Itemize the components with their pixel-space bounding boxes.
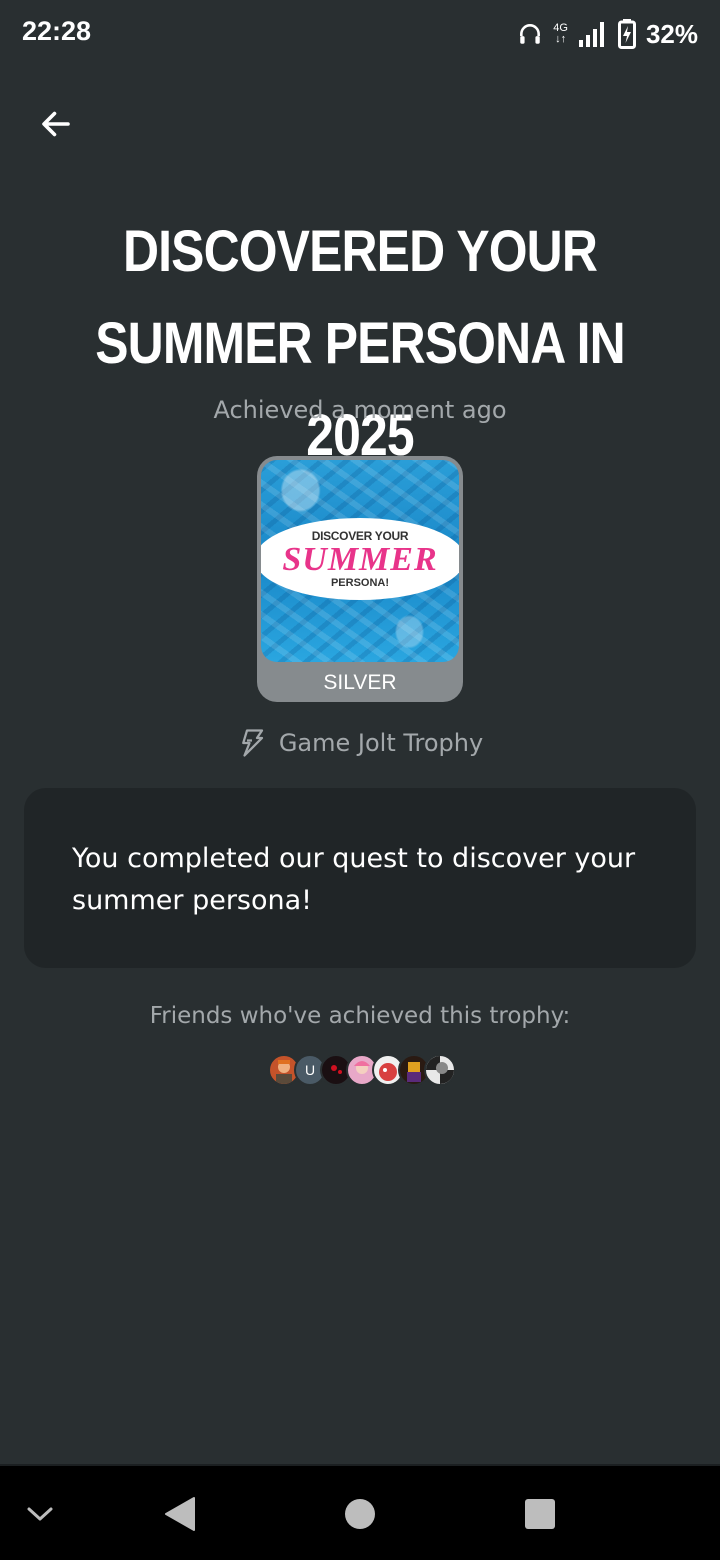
status-bar: 22:28 4G ↓↑ 32%	[0, 0, 720, 70]
trophy-screen: 22:28 4G ↓↑ 32% DISCOVERED YOUR SUMMER P…	[0, 0, 720, 1560]
system-nav-bar	[0, 1464, 720, 1560]
battery-charging-icon	[617, 19, 636, 49]
arrow-left-icon	[42, 111, 70, 137]
avatar-figure-icon	[426, 1056, 454, 1084]
trophy-type: Game Jolt Trophy	[0, 728, 720, 758]
trophy-badge: DISCOVER YOUR SUMMER PERSONA! SILVER	[257, 456, 463, 702]
trophy-description: You completed our quest to discover your…	[72, 843, 636, 916]
game-jolt-bolt-icon	[241, 729, 263, 757]
status-icons: 4G ↓↑ 32%	[517, 14, 698, 54]
trophy-tier: SILVER	[323, 671, 397, 694]
banner-main-text: SUMMER	[282, 541, 438, 578]
avatar-initial: U	[304, 1062, 316, 1078]
nav-back-button[interactable]	[150, 1466, 210, 1560]
nav-home-button[interactable]	[330, 1466, 390, 1560]
trophy-thumbnail: DISCOVER YOUR SUMMER PERSONA!	[261, 460, 459, 662]
back-triangle-icon	[165, 1497, 195, 1531]
chevron-down-icon	[27, 1507, 53, 1521]
friends-label: Friends who've achieved this trophy:	[149, 1003, 571, 1029]
network-arrows: ↓↑	[555, 33, 567, 45]
trophy-title: DISCOVERED YOUR SUMMER PERSONA IN 2025	[95, 219, 625, 468]
headphones-icon	[520, 24, 541, 44]
nav-collapse-button[interactable]	[16, 1466, 64, 1560]
back-button[interactable]	[30, 98, 82, 150]
trophy-type-label: Game Jolt Trophy	[278, 729, 484, 757]
status-time: 22:28	[22, 16, 92, 46]
battery-percent: 32%	[645, 18, 698, 49]
nav-recents-button[interactable]	[510, 1466, 570, 1560]
friend-avatar[interactable]	[424, 1054, 456, 1086]
badge-banner: DISCOVER YOUR SUMMER PERSONA!	[261, 518, 459, 600]
recents-square-icon	[525, 1499, 555, 1529]
friends-avatars[interactable]: U	[268, 1054, 456, 1086]
banner-bottom-text: PERSONA!	[330, 577, 390, 589]
home-circle-icon	[345, 1499, 375, 1529]
description-card: You completed our quest to discover your…	[24, 788, 696, 968]
achieved-time: Achieved a moment ago	[213, 396, 507, 424]
network-4g-icon: 4G ↓↑	[553, 23, 568, 45]
signal-icon	[578, 22, 604, 47]
